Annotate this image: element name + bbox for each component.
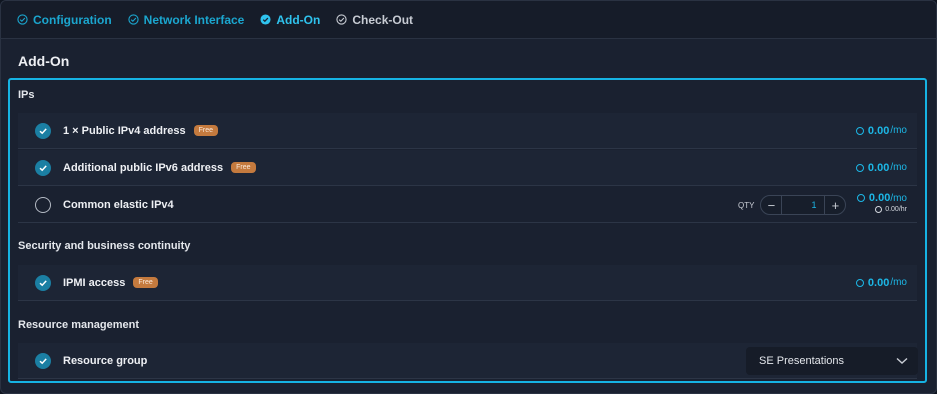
step-network-interface[interactable]: Network Interface — [128, 12, 245, 27]
check-circle-icon — [17, 14, 28, 25]
checked-circle-icon[interactable] — [35, 352, 51, 369]
step-label: Network Interface — [143, 12, 245, 27]
monthly-price: 0.00 /mo — [855, 113, 907, 148]
hourly-price: 0.00/hr — [875, 206, 907, 213]
price-value: 0.00 — [867, 276, 890, 289]
checked-circle-icon[interactable] — [35, 122, 51, 139]
checked-circle-icon[interactable] — [35, 159, 51, 176]
step-configuration[interactable]: Configuration — [17, 13, 112, 27]
option-label: Additional public IPv6 address — [63, 161, 224, 174]
select-value: SE Presentations — [759, 355, 844, 367]
option-row-ipmi-access[interactable]: IPMI access Free 0.00 /mo — [18, 265, 917, 301]
unchecked-circle-icon[interactable] — [35, 196, 51, 213]
free-badge: Free — [231, 162, 256, 173]
price-unit: /mo — [890, 162, 907, 173]
increment-button[interactable]: + — [825, 196, 845, 214]
price-unit: /mo — [890, 125, 907, 136]
hourly-price-value: 0.00/hr — [885, 206, 907, 213]
group-label-security: Security and business continuity — [18, 240, 191, 252]
option-label: IPMI access — [63, 276, 126, 289]
quantity-stepper: QTY − 1 + — [738, 195, 847, 215]
price-value: 0.00 — [867, 124, 890, 137]
step-label: Check-Out — [352, 12, 414, 27]
check-circle-icon — [336, 14, 347, 25]
price-stack: 0.00 /mo 0.00/hr — [856, 192, 907, 213]
qty-label: QTY — [738, 200, 755, 210]
price-value: 0.00 — [868, 192, 891, 204]
price-unit: /mo — [890, 192, 907, 204]
add-on-options-box: IPs 1 × Public IPv4 address Free 0.00 /m… — [8, 78, 927, 383]
checked-circle-icon[interactable] — [35, 274, 51, 291]
step-add-on[interactable]: Add-On — [260, 13, 320, 27]
price-unit: /mo — [890, 277, 907, 288]
step-label: Configuration — [33, 12, 112, 27]
checkout-stepper: Configuration Network Interface Add-On C… — [1, 1, 936, 39]
option-row-elastic-ipv4[interactable]: Common elastic IPv4 QTY − 1 + 0.00 /mo 0… — [18, 187, 917, 223]
free-badge: Free — [193, 125, 218, 136]
group-label-resource: Resource management — [18, 319, 140, 331]
check-circle-icon — [128, 14, 139, 25]
coin-icon — [855, 163, 864, 172]
coin-icon — [855, 278, 864, 287]
price-value: 0.00 — [867, 161, 890, 174]
add-on-panel: Configuration Network Interface Add-On C… — [0, 0, 937, 394]
option-row-public-ipv6[interactable]: Additional public IPv6 address Free 0.00… — [18, 150, 917, 186]
option-row-resource-group[interactable]: Resource group SE Presentations — [18, 343, 918, 379]
group-label-ips: IPs — [18, 89, 35, 101]
qty-control: − 1 + — [760, 195, 847, 215]
option-label: Common elastic IPv4 — [63, 198, 174, 211]
option-label: 1 × Public IPv4 address — [63, 124, 186, 137]
check-circle-filled-icon — [260, 14, 271, 25]
step-label: Add-On — [276, 12, 321, 27]
chevron-down-icon — [896, 357, 908, 364]
resource-group-select[interactable]: SE Presentations — [746, 347, 918, 375]
page-title: Add-On — [18, 53, 70, 69]
decrement-button[interactable]: − — [761, 196, 781, 214]
option-row-public-ipv4[interactable]: 1 × Public IPv4 address Free 0.00 /mo — [18, 113, 917, 149]
coin-icon — [856, 194, 865, 202]
quantity-input[interactable]: 1 — [781, 196, 826, 214]
monthly-price: 0.00 /mo — [855, 265, 907, 300]
option-label: Resource group — [63, 354, 148, 367]
coin-icon — [855, 126, 864, 135]
monthly-price: 0.00 /mo — [855, 150, 907, 185]
monthly-price: 0.00 /mo — [856, 192, 907, 204]
free-badge: Free — [133, 277, 158, 288]
coin-icon — [875, 206, 883, 213]
step-check-out[interactable]: Check-Out — [336, 13, 413, 27]
